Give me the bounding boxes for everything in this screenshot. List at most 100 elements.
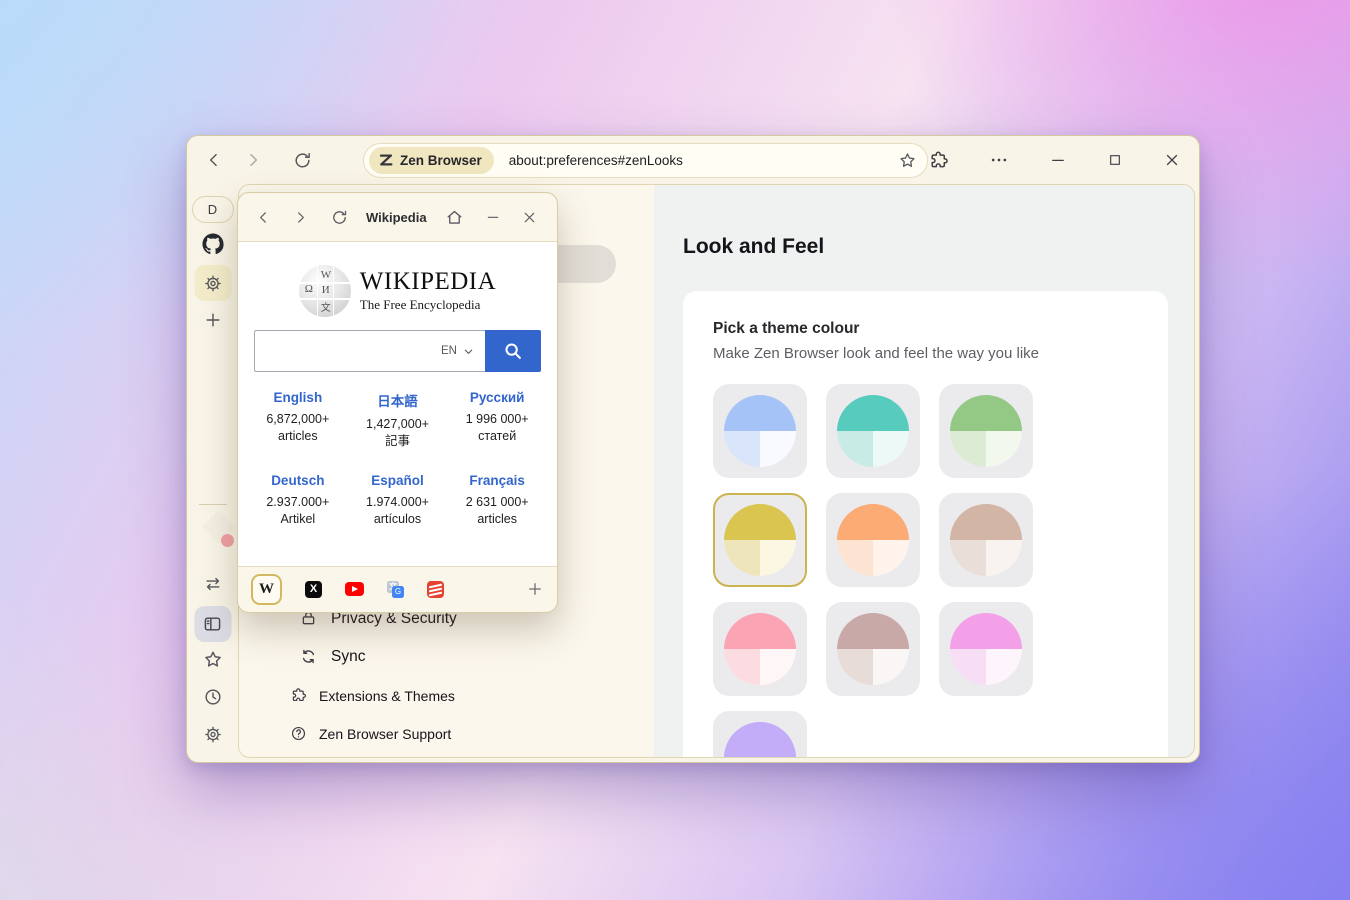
bookmark-youtube[interactable] [345, 582, 364, 596]
close-button[interactable] [1163, 151, 1181, 169]
settings-nav-label: Zen Browser Support [319, 726, 451, 742]
wikipedia-lang-link-espa-ol[interactable]: Español [348, 473, 448, 488]
wikipedia-language-grid: English 6,872,000+articles日本語1,427,000+記事… [248, 390, 547, 528]
mini-close-button[interactable] [521, 209, 538, 226]
github-icon [202, 233, 224, 255]
wikipedia-lang-link-item[interactable]: 日本語 [348, 390, 448, 410]
maximize-button[interactable] [1107, 152, 1123, 168]
theme-card: Pick a theme colour Make Zen Browser loo… [683, 291, 1168, 758]
help-icon [290, 725, 307, 742]
zen-browser-logo-icon [378, 152, 394, 168]
wikipedia-language-cell: 日本語1,427,000+記事 [348, 390, 448, 450]
settings-nav-item-sync[interactable]: Sync [299, 647, 365, 666]
theme-swatch-sky-blue[interactable] [713, 384, 807, 478]
toggle-sidebar-button[interactable] [194, 606, 231, 642]
wikipedia-lang-count: 6,872,000+articles [248, 411, 348, 445]
swatch-circle [950, 613, 1022, 685]
theme-swatch-green[interactable] [939, 384, 1033, 478]
theme-swatch-mauve[interactable] [826, 602, 920, 696]
swatch-circle [724, 613, 796, 685]
theme-swatch-lavender[interactable] [713, 711, 807, 758]
theme-swatch-gold[interactable] [713, 493, 807, 587]
workspace-switcher-button[interactable] [203, 574, 223, 594]
gear-icon [203, 274, 222, 293]
more-menu-button[interactable] [989, 150, 1009, 170]
site-identity-pill[interactable]: Zen Browser [369, 147, 494, 174]
swatch-circle [837, 613, 909, 685]
chevron-down-icon [463, 346, 474, 357]
refresh-icon [330, 208, 349, 227]
mini-home-button[interactable] [445, 208, 464, 227]
theme-swatch-orchid[interactable] [939, 602, 1033, 696]
plus-icon [203, 310, 223, 330]
gear-icon [203, 725, 222, 744]
swatch-circle [724, 395, 796, 467]
wikipedia-lang-link-fran-ais[interactable]: Français [447, 473, 547, 488]
todoist-icon [427, 581, 444, 598]
mini-back-button[interactable] [255, 209, 272, 226]
theme-card-title: Pick a theme colour [713, 320, 859, 338]
mini-toolbar: Wikipedia [238, 193, 557, 241]
extensions-button[interactable] [928, 150, 949, 171]
theme-swatch-tan[interactable] [939, 493, 1033, 587]
settings-button[interactable] [203, 725, 222, 744]
wikipedia-lang-link-english[interactable]: English [248, 390, 348, 405]
mini-bookmark-bar: W X 文 G [238, 566, 557, 612]
theme-swatch-grid [713, 384, 1033, 758]
swatch-circle [724, 722, 796, 758]
page-title: Look and Feel [683, 235, 824, 259]
forward-arrow-icon [292, 209, 309, 226]
settings-nav-label: Sync [331, 648, 365, 666]
settings-nav-label: Extensions & Themes [319, 688, 455, 704]
swatch-circle [837, 504, 909, 576]
wikipedia-logo-block: Ω W И 文 WIKIPEDIA The Free Encyclopedia [238, 265, 557, 317]
bookmark-google-translate[interactable]: 文 G [387, 581, 404, 598]
wikipedia-search-button[interactable] [485, 330, 541, 372]
mini-reload-button[interactable] [330, 208, 349, 227]
wikipedia-lang-link-item[interactable]: Русский [447, 390, 547, 405]
rail-divider [199, 504, 227, 505]
add-bookmark-button[interactable] [526, 580, 544, 598]
back-button[interactable] [202, 148, 226, 172]
wikipedia-lang-count: 1 996 000+статей [447, 411, 547, 445]
settings-main: Look and Feel Pick a theme colour Make Z… [654, 185, 1194, 757]
bookmark-todoist[interactable] [427, 581, 444, 598]
settings-nav-item-extensions-themes[interactable]: Extensions & Themes [290, 687, 455, 704]
url-bar[interactable]: Zen Browser about:preferences#zenLooks [363, 143, 928, 178]
wikipedia-globe-icon: Ω W И 文 [299, 265, 351, 317]
forward-button[interactable] [241, 148, 265, 172]
workspace-pill[interactable]: D [192, 196, 234, 223]
refresh-icon [292, 150, 313, 171]
theme-swatch-teal[interactable] [826, 384, 920, 478]
mini-forward-button[interactable] [292, 209, 309, 226]
wikipedia-lang-link-deutsch[interactable]: Deutsch [248, 473, 348, 488]
ellipsis-icon [989, 150, 1009, 170]
swatch-circle [950, 504, 1022, 576]
wikipedia-tagline: The Free Encyclopedia [360, 297, 496, 313]
bookmark-wikipedia-active[interactable]: W [251, 574, 282, 605]
magnifier-icon [502, 340, 524, 362]
wikipedia-language-selector[interactable]: EN [441, 345, 485, 357]
bookmark-x-twitter[interactable]: X [305, 581, 322, 598]
reload-button[interactable] [290, 148, 314, 172]
settings-nav-item-zen-browser-support[interactable]: Zen Browser Support [290, 725, 451, 742]
minimize-icon [485, 209, 501, 225]
youtube-icon [345, 582, 364, 596]
theme-swatch-pink[interactable] [713, 602, 807, 696]
pinned-tab-settings-active[interactable] [194, 265, 231, 301]
bookmarks-button[interactable] [202, 649, 223, 670]
new-tab-button[interactable] [203, 310, 223, 330]
mini-minimize-button[interactable] [485, 209, 501, 225]
wikipedia-lang-count: 2 631 000+articles [447, 494, 547, 528]
minimize-button[interactable] [1049, 151, 1067, 169]
forward-arrow-icon [243, 150, 263, 170]
swap-arrows-icon [203, 574, 223, 594]
history-button[interactable] [203, 687, 223, 707]
wikipedia-search-input[interactable]: EN [254, 330, 485, 372]
pinned-tab-github[interactable] [202, 233, 224, 255]
theme-swatch-orange[interactable] [826, 493, 920, 587]
sidebar-rail: D [187, 184, 238, 762]
mini-browser-window[interactable]: Wikipedia Ω W И 文 WIKIPEDIA The [237, 192, 558, 613]
back-arrow-icon [255, 209, 272, 226]
bookmark-page-button[interactable] [898, 151, 917, 170]
